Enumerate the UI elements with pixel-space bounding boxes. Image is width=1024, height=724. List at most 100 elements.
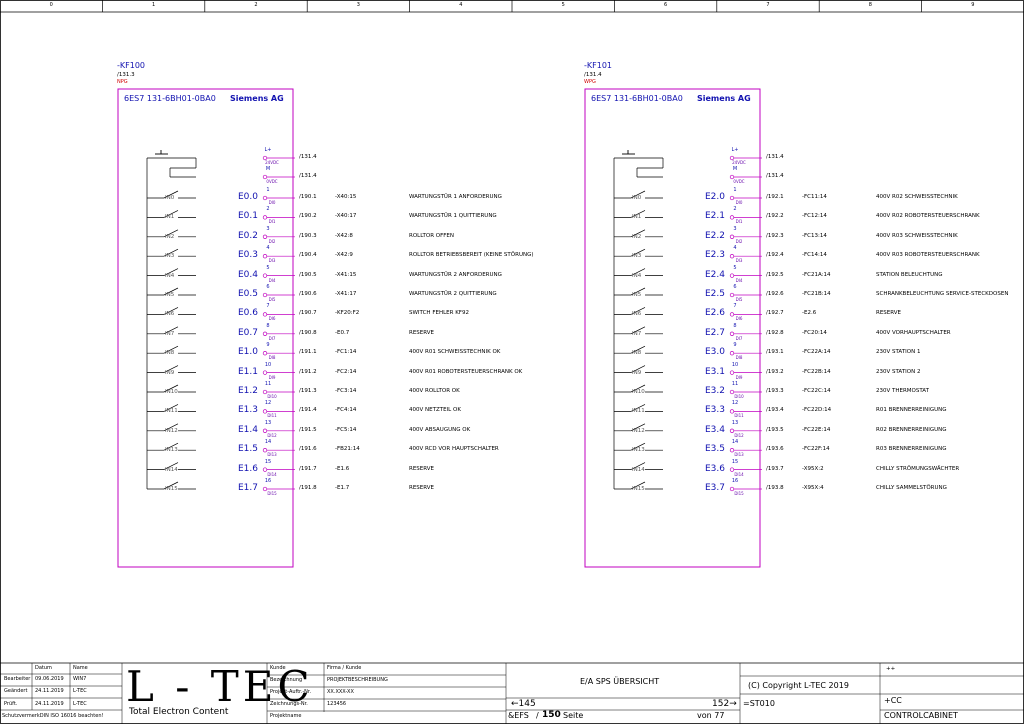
- pin-number: 13: [264, 419, 272, 426]
- page-word: Seite: [563, 711, 584, 720]
- device-reference: -E1.6: [335, 465, 350, 472]
- pin-number: 11: [264, 381, 272, 387]
- input-label: IN11: [165, 408, 178, 415]
- signal-description: RESERVE: [876, 310, 902, 317]
- cross-reference: /191.5: [299, 426, 317, 433]
- signal-description: SWITCH FEHLER KF92: [409, 310, 469, 317]
- signal-description: 400V RCD VOR HAUPTSCHALTER: [409, 446, 499, 453]
- pin-label: DI7: [268, 335, 276, 341]
- pin-label: DI3: [268, 258, 276, 264]
- signal-description: 400V R03 SCHWEISSTECHNIK: [876, 232, 958, 239]
- tb-plus-cc: +CC: [884, 696, 902, 705]
- pin-label: DI9: [735, 374, 743, 380]
- column-number: 9: [971, 2, 975, 8]
- pin-label: DI11: [267, 413, 277, 419]
- io-address: E2.6: [705, 308, 725, 319]
- pin-number: 14: [264, 439, 272, 446]
- io-address: E1.2: [238, 386, 258, 396]
- column-number: 0: [49, 2, 53, 8]
- module-tag: -KF101: [584, 61, 613, 70]
- pin-label: DI9: [268, 374, 276, 380]
- device-reference: -FC3:14: [335, 388, 357, 394]
- signal-description: STATION BELEUCHTUNG: [876, 271, 943, 278]
- terminal-label: 24VDC: [265, 160, 279, 165]
- pin-number: 9: [733, 342, 737, 349]
- column-number: 3: [356, 2, 360, 8]
- device-reference: -FC22D:14: [802, 407, 832, 414]
- pin-number: 7: [266, 303, 270, 310]
- input-label: IN3: [632, 253, 642, 260]
- cross-reference: /193.7: [766, 465, 784, 472]
- device-reference: -FC13:14: [802, 232, 827, 239]
- io-address: E3.3: [705, 405, 725, 416]
- pin-label: DI8: [268, 355, 276, 361]
- signal-description: WARTUNGSTÜR 2 ANFORDERUNG: [409, 271, 502, 278]
- signal-description: 400V ABSAUGUNG OK: [409, 426, 471, 433]
- tb-field-label: Projekt-Auftr.-Nr.: [270, 689, 312, 695]
- pin-number: 10: [731, 361, 739, 368]
- tb-field-label: Bezeichnung: [270, 677, 303, 683]
- signal-description: 400V R01 ROBOTERSTEUERSCHRANK OK: [409, 368, 523, 375]
- pin-number: 2: [733, 206, 737, 213]
- pin-number: 12: [264, 400, 272, 407]
- signal-description: WARTUNGSTÜR 1 QUITTIERUNG: [409, 213, 497, 220]
- input-label: IN5: [632, 292, 642, 298]
- pin-number: 9: [266, 342, 270, 349]
- tb-row-name: WIN7: [73, 676, 87, 682]
- cross-reference: /193.5: [766, 426, 784, 433]
- cross-reference: /131.4: [299, 154, 317, 160]
- device-reference: -FC14:14: [802, 252, 827, 259]
- module-ref: /131.3: [117, 72, 135, 78]
- cross-reference: /191.4: [299, 407, 317, 414]
- io-address: E2.0: [705, 192, 725, 202]
- pin-label: DI5: [268, 297, 276, 302]
- pin-number: 7: [733, 303, 737, 310]
- device-reference: -X42:8: [335, 232, 353, 239]
- device-reference: -E0.7: [335, 329, 350, 336]
- signal-description: CHILLY SAMMELSTÖRUNG: [876, 485, 947, 491]
- tb-row-name: L-TEC: [73, 701, 87, 707]
- device-reference: -X95X:4: [802, 485, 824, 491]
- tb-row-date: 24.11.2019: [35, 701, 64, 707]
- page-ampersand: &EFS: [508, 711, 529, 720]
- input-label: IN3: [165, 253, 175, 260]
- input-label: IN10: [165, 389, 178, 395]
- prev-page-number: 145: [518, 699, 536, 709]
- tb-protection-note: SchutzvermerkDIN ISO 16016 beachten!: [2, 713, 104, 719]
- cross-reference: /191.7: [299, 465, 317, 472]
- io-address: E2.7: [705, 327, 725, 338]
- input-label: IN7: [165, 330, 175, 337]
- pin-label: DI15: [734, 491, 744, 496]
- column-number: 6: [664, 2, 668, 8]
- device-reference: -FC11:14: [802, 194, 827, 200]
- device-reference: -X40:17: [335, 213, 357, 220]
- io-address: E2.4: [705, 269, 725, 280]
- signal-description: ROLLTOR BETRIEBSBEREIT (KEINE STÖRUNG): [409, 252, 534, 259]
- next-page-number: 152: [712, 699, 730, 709]
- next-page-arrow[interactable]: 152→: [712, 700, 737, 709]
- input-label: IN9: [165, 369, 175, 376]
- cross-reference: /193.6: [766, 446, 784, 453]
- cross-reference: /191.2: [299, 368, 317, 375]
- tb-header-name: Name: [73, 665, 88, 671]
- input-label: IN4: [165, 272, 175, 279]
- signal-description: WARTUNGSTÜR 2 QUITTIERUNG: [409, 291, 497, 297]
- signal-description: SCHRANKBELEUCHTUNG SERVICE-STECKDOSEN: [876, 291, 1009, 297]
- device-reference: -FC1:14: [335, 349, 357, 356]
- signal-description: R03 BRENNERREINIGUNG: [876, 446, 947, 453]
- sheet-title: E/A SPS ÜBERSICHT: [580, 677, 660, 686]
- tb-location: CONTROLCABINET: [884, 711, 958, 720]
- io-address: E3.0: [705, 347, 725, 358]
- prev-page-arrow[interactable]: ←145: [511, 700, 536, 709]
- io-address: E2.1: [705, 211, 725, 222]
- tb-row-label: Prüft.: [4, 701, 18, 707]
- column-number: 1: [152, 2, 156, 8]
- pin-label: DI3: [735, 258, 743, 264]
- cross-reference: /193.4: [766, 407, 784, 414]
- schematic-sheet: 0 1 2 3 4 5 6 7 8 9 -KF100/131.3 NPG 6ES7 131-6BH01-…: [0, 0, 1024, 724]
- signal-description: 230V STATION 2: [876, 368, 921, 375]
- signal-description: R02 BRENNERREINIGUNG: [876, 426, 947, 433]
- tb-equals: =ST010: [743, 699, 775, 708]
- column-number: 5: [561, 2, 565, 8]
- device-reference: -FC21A:14: [802, 271, 831, 278]
